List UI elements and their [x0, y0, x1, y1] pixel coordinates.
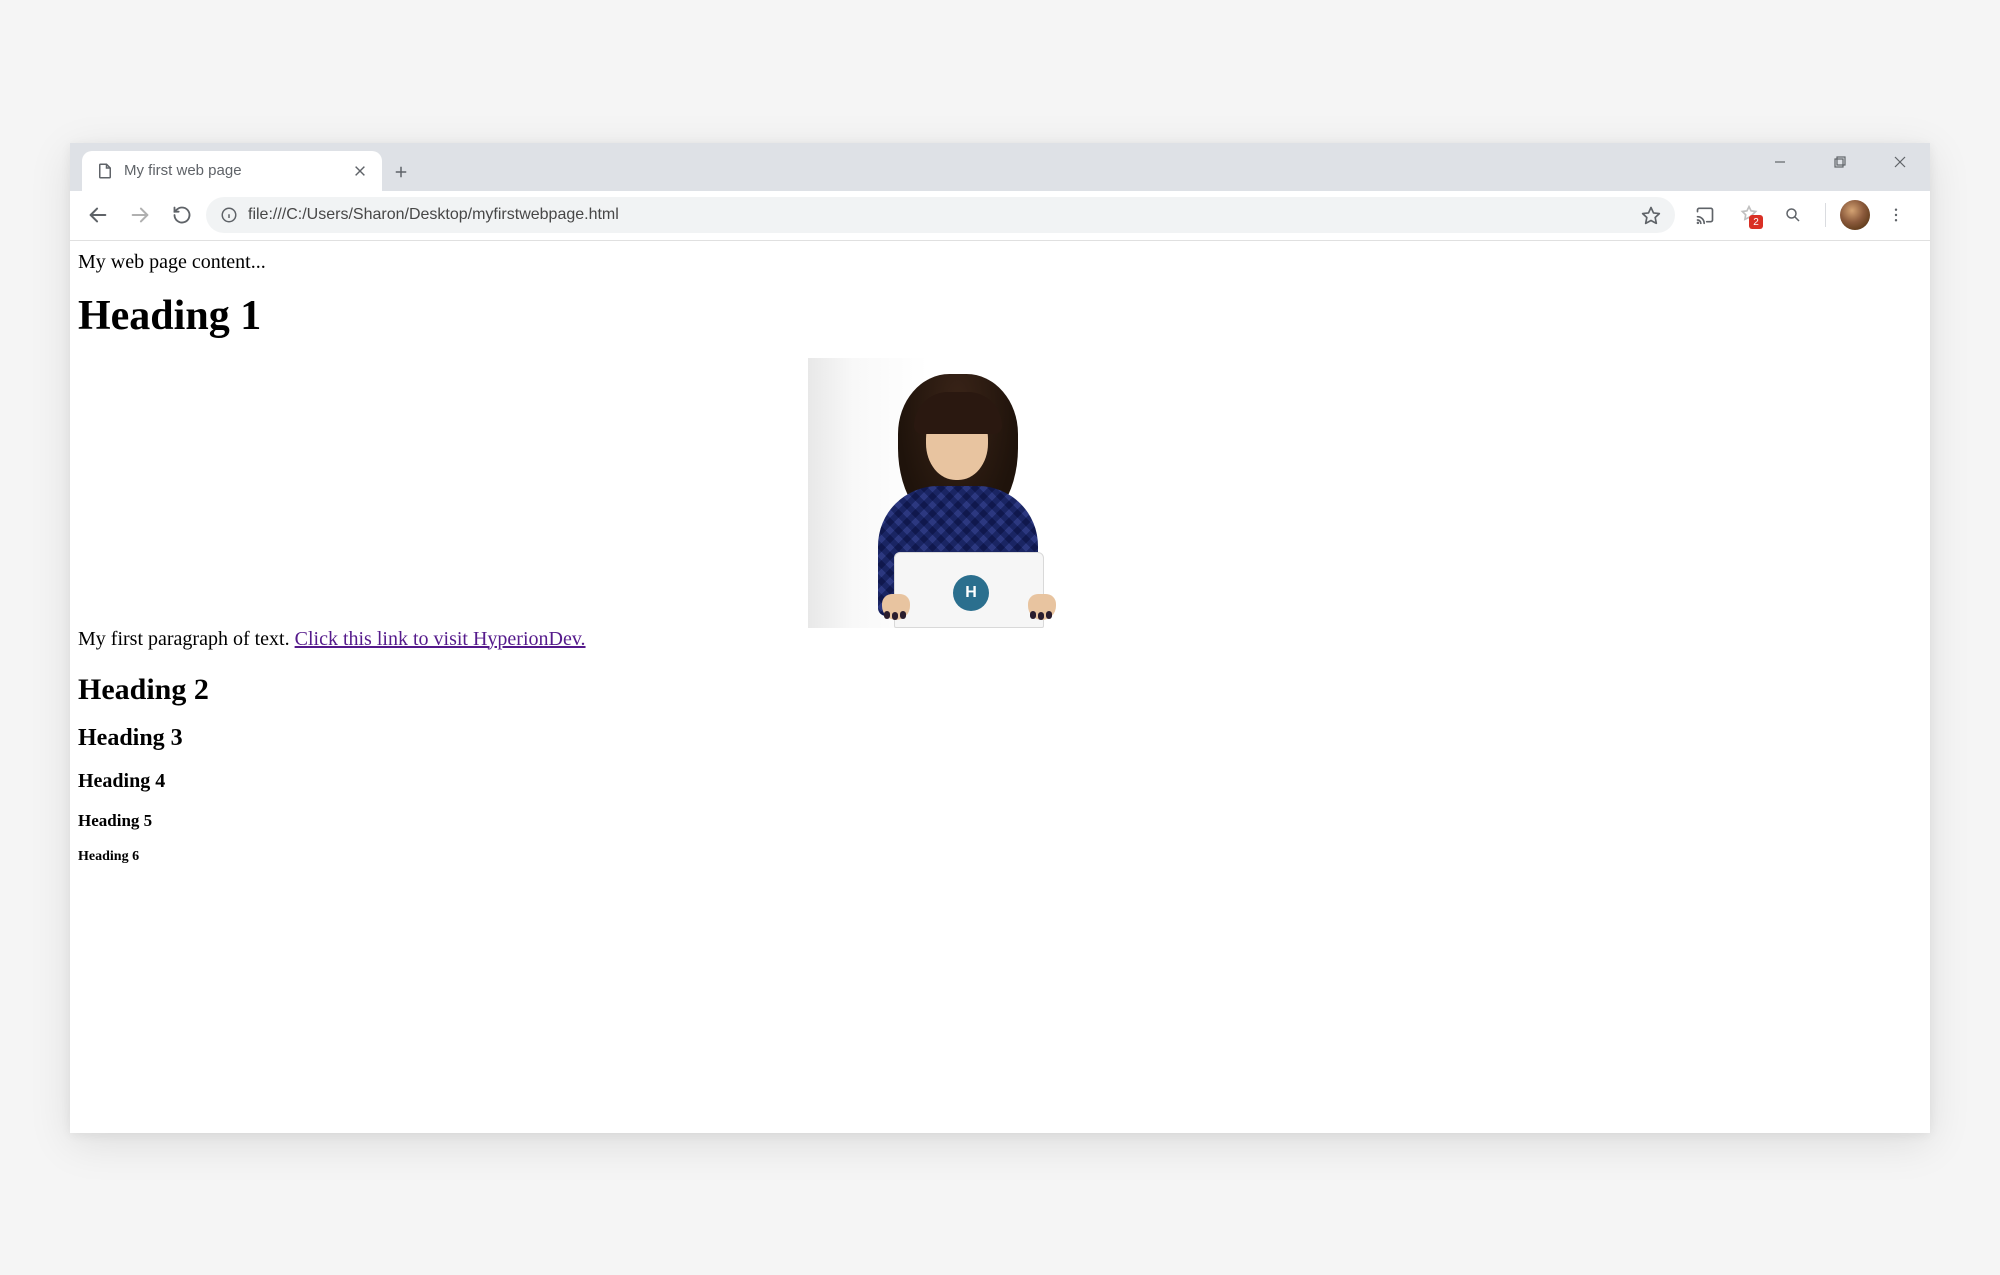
- file-icon: [96, 162, 114, 180]
- reload-button[interactable]: [164, 197, 200, 233]
- extension-icon[interactable]: 2: [1731, 197, 1767, 233]
- address-bar-wrap: file:///C:/Users/Sharon/Desktop/myfirstw…: [206, 197, 1675, 233]
- heading-6: Heading 6: [78, 849, 1922, 865]
- heading-3: Heading 3: [78, 725, 1922, 752]
- address-bar[interactable]: file:///C:/Users/Sharon/Desktop/myfirstw…: [206, 197, 1675, 233]
- window-controls: [1750, 143, 1930, 191]
- extension-badge: 2: [1749, 215, 1763, 229]
- site-info-icon[interactable]: [220, 206, 238, 224]
- forward-button[interactable]: [122, 197, 158, 233]
- tab-bar: My first web page: [70, 143, 1930, 191]
- search-icon[interactable]: [1775, 197, 1811, 233]
- bookmark-star-icon[interactable]: [1641, 205, 1661, 225]
- close-tab-icon[interactable]: [352, 163, 368, 179]
- new-tab-button[interactable]: [382, 153, 420, 191]
- separator: [1825, 203, 1826, 227]
- url-text: file:///C:/Users/Sharon/Desktop/myfirstw…: [248, 206, 1631, 224]
- paragraph-with-image: H My first paragraph of text. Click: [78, 358, 1922, 651]
- heading-1: Heading 1: [78, 292, 1922, 340]
- toolbar: file:///C:/Users/Sharon/Desktop/myfirstw…: [70, 191, 1930, 241]
- intro-text: My web page content...: [78, 251, 1922, 274]
- maximize-button[interactable]: [1810, 143, 1870, 181]
- menu-icon[interactable]: [1878, 197, 1914, 233]
- back-button[interactable]: [80, 197, 116, 233]
- hyperiondev-link[interactable]: Click this link to visit HyperionDev.: [295, 628, 586, 650]
- close-window-button[interactable]: [1870, 143, 1930, 181]
- heading-5: Heading 5: [78, 811, 1922, 831]
- browser-tab[interactable]: My first web page: [82, 151, 382, 191]
- browser-window: My first web page: [70, 143, 1930, 1133]
- laptop-logo-icon: H: [953, 575, 989, 611]
- cast-icon[interactable]: [1687, 197, 1723, 233]
- heading-2: Heading 2: [78, 673, 1922, 707]
- content-image: H: [808, 358, 1108, 628]
- minimize-button[interactable]: [1750, 143, 1810, 181]
- toolbar-right-icons: 2: [1681, 197, 1920, 233]
- paragraph-text: My first paragraph of text.: [78, 628, 295, 650]
- page-content: My web page content... Heading 1 H: [70, 241, 1930, 1133]
- tab-title: My first web page: [124, 162, 342, 179]
- profile-avatar[interactable]: [1840, 200, 1870, 230]
- heading-4: Heading 4: [78, 770, 1922, 793]
